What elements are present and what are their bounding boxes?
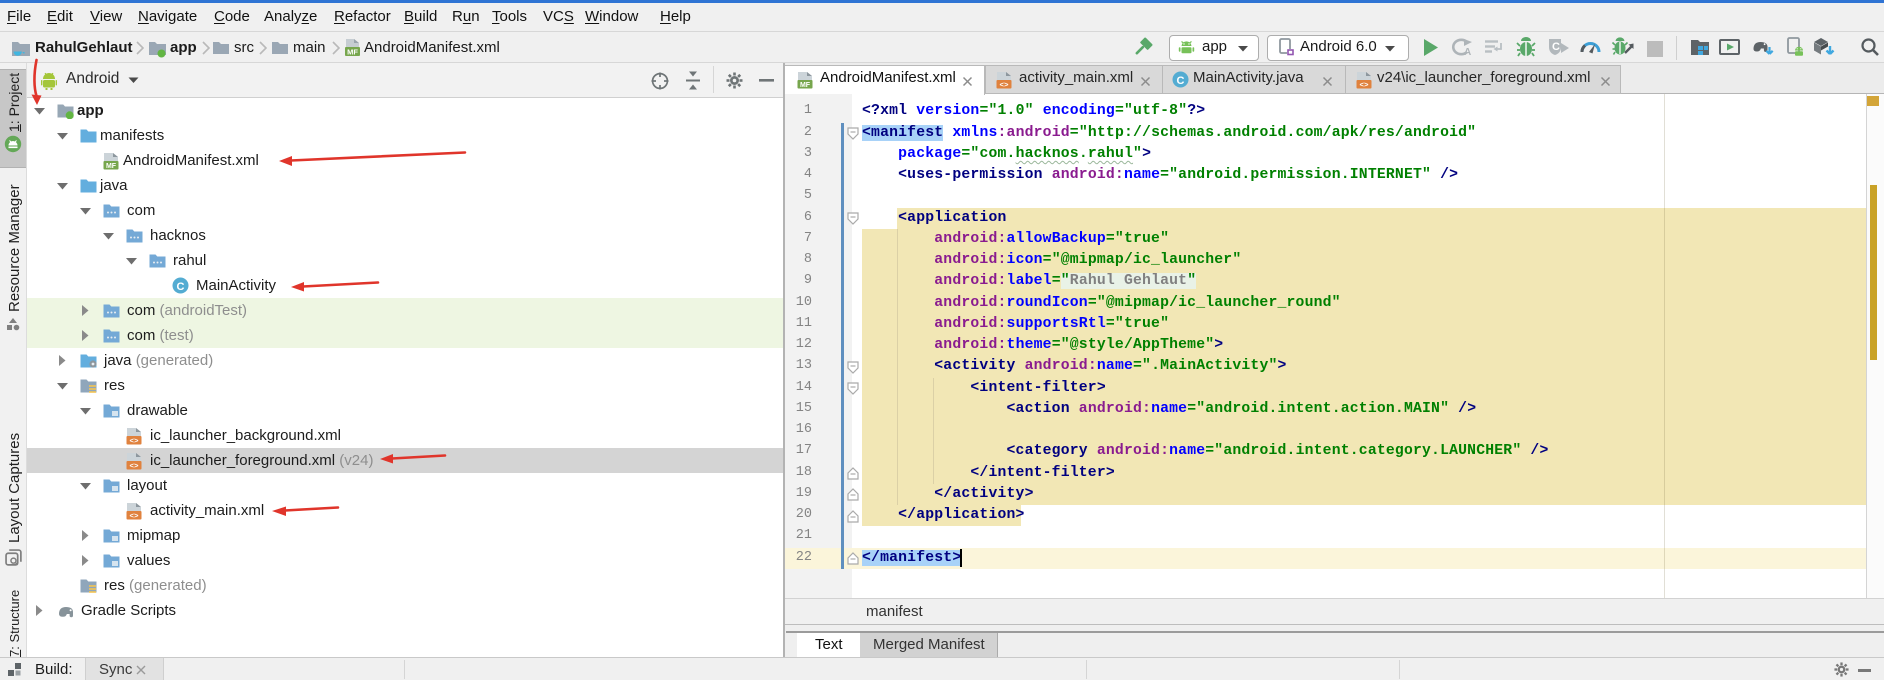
svg-text:A: A xyxy=(1464,47,1471,57)
svg-text:<>: <> xyxy=(999,82,1009,89)
svg-text:<>: <> xyxy=(129,513,139,520)
svg-text:MF: MF xyxy=(800,82,811,89)
svg-text:MF: MF xyxy=(347,48,358,57)
svg-text:<>: <> xyxy=(129,463,139,470)
svg-text:MF: MF xyxy=(106,163,117,170)
svg-text:C: C xyxy=(1552,41,1560,53)
svg-text:C: C xyxy=(177,281,185,293)
svg-text:<>: <> xyxy=(129,438,139,445)
svg-text:<>: <> xyxy=(1359,82,1369,89)
svg-text:C: C xyxy=(1177,75,1185,87)
